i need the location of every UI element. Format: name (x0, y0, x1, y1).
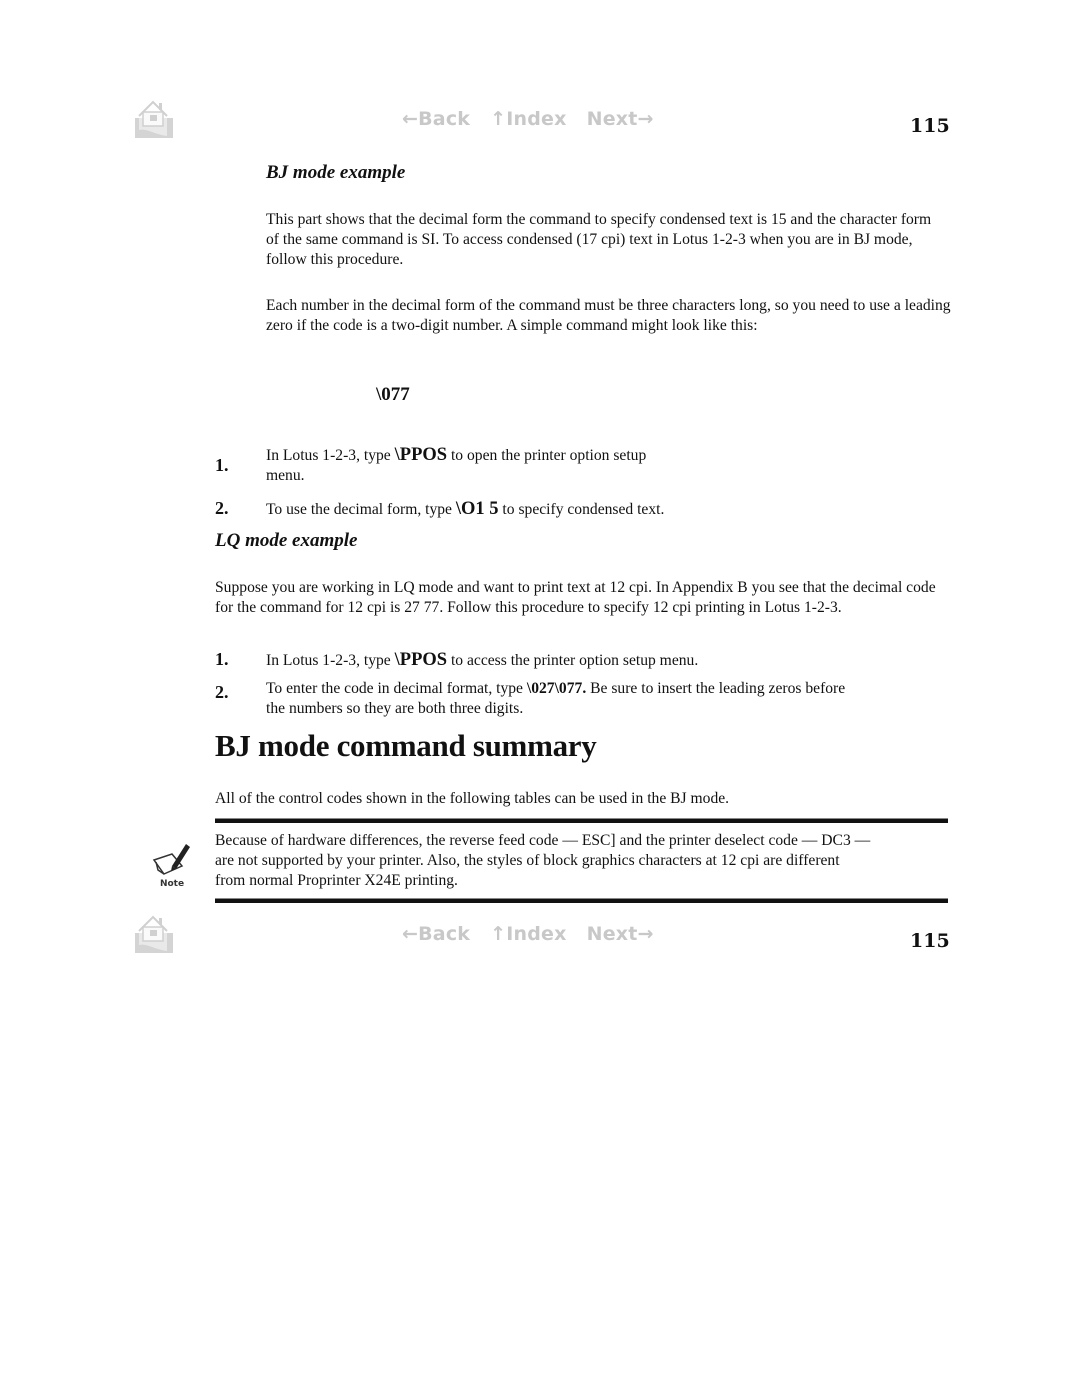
next-link[interactable]: Next→ (587, 108, 654, 130)
top-navbar: ←Back ↑Index Next→ 115 (0, 98, 1080, 148)
note-text: Because of hardware differences, the rev… (215, 831, 955, 891)
back-link[interactable]: ←Back (402, 108, 470, 130)
index-link[interactable]: ↑Index (490, 923, 566, 945)
step-text: the numbers so they are both three digit… (266, 700, 524, 717)
index-link[interactable]: ↑Index (490, 108, 566, 130)
step-text: to open the printer option setup (447, 447, 647, 464)
step-code: \PPOS (394, 445, 448, 465)
summary-paragraph: All of the control codes shown in the fo… (215, 790, 730, 807)
note-bottom-rule (215, 898, 948, 903)
note-line-2: are not supported by your printer. Also,… (215, 852, 840, 869)
home-icon[interactable] (133, 913, 175, 955)
home-icon[interactable] (133, 98, 175, 140)
step-text: to access the printer option setup menu. (447, 652, 699, 669)
step-number: 2. (215, 682, 229, 702)
step-text: To enter the code in decimal format, typ… (266, 680, 527, 697)
step-text: In Lotus 1-2-3, type (266, 447, 395, 464)
step-text: to specify condensed text. (498, 501, 665, 518)
note-icon: Note (150, 840, 195, 890)
step-text: To use the decimal form, type (266, 501, 456, 518)
page-number: 115 (910, 115, 950, 137)
bottom-navbar: ←Back ↑Index Next→ 115 (0, 913, 1080, 963)
next-link[interactable]: Next→ (587, 923, 654, 945)
nav-links: ←Back ↑Index Next→ (402, 108, 654, 130)
step-text: menu. (266, 467, 305, 484)
bj-example-heading: BJ mode example (266, 162, 406, 183)
step-code: \027\077. (526, 680, 587, 697)
step-text: Be sure to insert the leading zeros befo… (586, 680, 846, 697)
back-link[interactable]: ←Back (402, 923, 470, 945)
step-number: 1. (215, 649, 229, 669)
note-line-3: from normal Proprinter X24E printing. (215, 872, 458, 889)
note-icon-label: Note (160, 879, 184, 889)
step-number: 2. (215, 498, 229, 518)
nav-links: ←Back ↑Index Next→ (402, 923, 654, 945)
step-number: 1. (215, 455, 229, 475)
lq-example-heading: LQ mode example (215, 530, 358, 551)
page-number: 115 (910, 930, 950, 952)
bj-example-paragraph-2: Each number in the decimal form of the c… (266, 297, 951, 334)
sample-command: \077 (376, 384, 410, 405)
step-text: In Lotus 1-2-3, type (266, 652, 395, 669)
lq-example-paragraph: Suppose you are working in LQ mode and w… (215, 579, 936, 616)
step-code: \O1 5 (455, 499, 499, 519)
bj-example-paragraph-1: This part shows that the decimal form th… (266, 211, 932, 268)
note-line-1: Because of hardware differences, the rev… (215, 832, 871, 849)
note-top-rule (215, 818, 948, 823)
section-title: BJ mode command summary (215, 728, 597, 763)
step-code: \PPOS (394, 650, 448, 670)
